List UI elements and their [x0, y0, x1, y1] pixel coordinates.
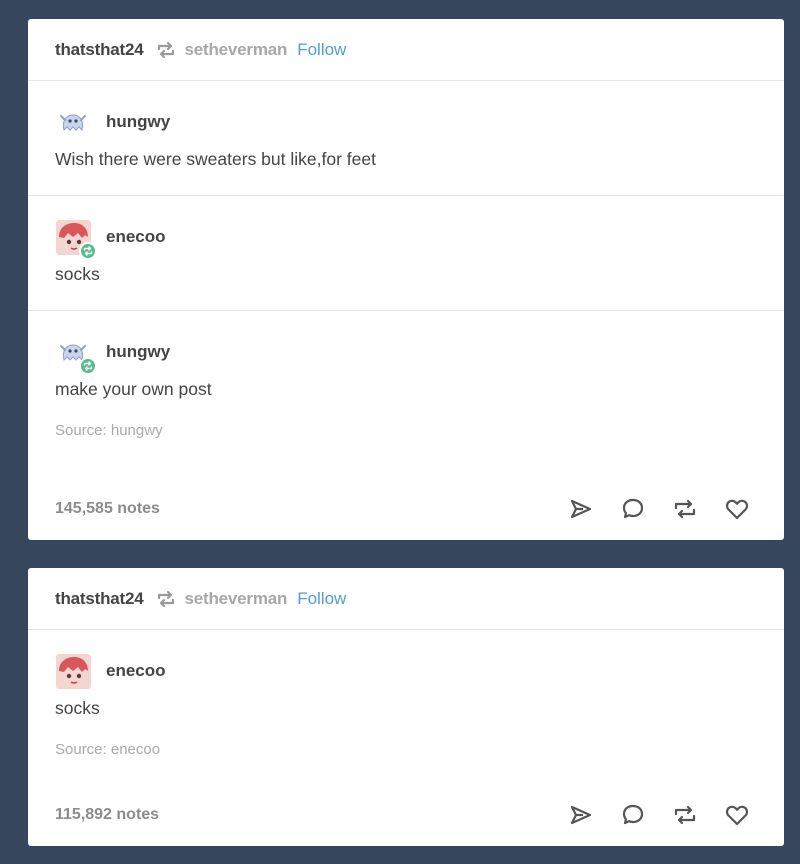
reply-icon[interactable] — [618, 800, 648, 830]
share-icon[interactable] — [566, 800, 596, 830]
red-character-avatar[interactable] — [55, 653, 92, 690]
reblog-entry: enecoo socks — [28, 630, 784, 741]
reply-icon[interactable] — [618, 494, 648, 524]
entry-text: Wish there were sweaters but like,for fe… — [55, 149, 376, 169]
entry-username[interactable]: enecoo — [106, 227, 166, 247]
reblog-icon[interactable] — [670, 800, 700, 830]
entry-text: socks — [55, 264, 100, 284]
notes-count[interactable]: 115,892 notes — [55, 806, 159, 824]
reblog-entry: enecoo socks — [28, 196, 784, 311]
post-source[interactable]: Source: enecoo — [28, 741, 784, 758]
entry-username[interactable]: hungwy — [106, 342, 170, 362]
entry-username[interactable]: hungwy — [106, 112, 170, 132]
like-icon[interactable] — [722, 494, 752, 524]
reblogger-username[interactable]: thatsthat24 — [55, 40, 144, 60]
reblog-icon — [156, 41, 176, 59]
red-character-avatar[interactable] — [55, 219, 97, 260]
entry-text: make your own post — [55, 379, 212, 399]
follow-button[interactable]: Follow — [297, 589, 346, 609]
reblog-entry: hungwy make your own post — [28, 311, 784, 422]
post-card: thatsthat24 setheverman Follow enecoo so… — [28, 568, 784, 846]
reblog-icon[interactable] — [670, 494, 700, 524]
follow-button[interactable]: Follow — [297, 40, 346, 60]
post-footer: 115,892 notes — [55, 800, 757, 830]
reblog-icon — [156, 590, 176, 608]
ghost-avatar[interactable] — [55, 334, 97, 375]
entry-text: socks — [55, 698, 100, 718]
post-header: thatsthat24 setheverman Follow — [28, 568, 784, 630]
source-username[interactable]: setheverman — [185, 589, 288, 609]
post-source[interactable]: Source: hungwy — [28, 422, 784, 439]
source-username[interactable]: setheverman — [185, 40, 288, 60]
notes-count[interactable]: 145,585 notes — [55, 500, 160, 518]
share-icon[interactable] — [566, 494, 596, 524]
entry-username[interactable]: enecoo — [106, 661, 166, 681]
post-header: thatsthat24 setheverman Follow — [28, 19, 784, 81]
like-icon[interactable] — [722, 800, 752, 830]
post-card: thatsthat24 setheverman Follow hungwy Wi… — [28, 19, 784, 540]
reblog-entry: hungwy Wish there were sweaters but like… — [28, 81, 784, 196]
reblogger-username[interactable]: thatsthat24 — [55, 589, 144, 609]
reblog-badge-icon — [79, 356, 97, 375]
post-footer: 145,585 notes — [55, 494, 757, 524]
reblog-badge-icon — [79, 241, 97, 260]
ghost-avatar[interactable] — [55, 104, 92, 141]
